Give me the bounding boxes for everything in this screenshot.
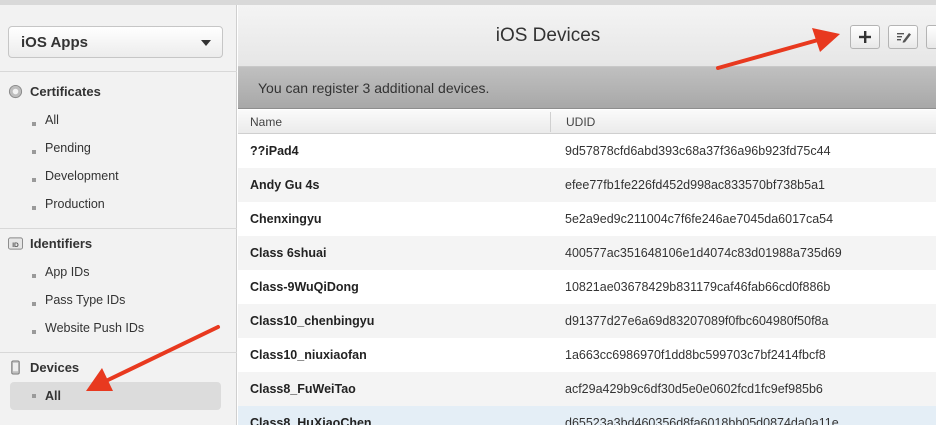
device-udid: acf29a429b9c6df30d5e0e0602fcd1fc9ef985b6 <box>565 382 823 396</box>
table-row[interactable]: Class10_chenbingyu d91377d27e6a69d832070… <box>238 304 936 338</box>
column-header-name[interactable]: Name <box>250 115 282 129</box>
device-name: Class8_HuXiaoChen <box>250 416 372 425</box>
sidebar-item-certificates-all[interactable]: All <box>45 113 59 127</box>
bullet <box>32 150 36 154</box>
device-name: Class 6shuai <box>250 246 327 260</box>
section-title-certificates: Certificates <box>30 84 101 99</box>
device-name: Class10_niuxiaofan <box>250 348 367 362</box>
table-row[interactable]: Class 6shuai 400577ac351648106e1d4074c83… <box>238 236 936 270</box>
page-header: iOS Devices <box>238 5 936 67</box>
sidebar-item-devices-all[interactable] <box>10 382 221 410</box>
device-name: Chenxingyu <box>250 212 322 226</box>
sidebar-item-website-push-ids[interactable]: Website Push IDs <box>45 321 144 335</box>
edit-button[interactable] <box>888 25 918 49</box>
sidebar-item-production[interactable]: Production <box>45 197 105 211</box>
bullet <box>32 302 36 306</box>
device-udid: 1a663cc6986970f1dd8bc599703c7bf2414fbcf8 <box>565 348 826 362</box>
device-udid: d91377d27e6a69d83207089f0fbc604980f50f8a <box>565 314 829 328</box>
device-name: Class8_FuWeiTao <box>250 382 356 396</box>
device-udid: 9d57878cfd6abd393c68a37f36a96b923fd75c44 <box>565 144 831 158</box>
device-icon <box>11 360 20 375</box>
platform-select-label: iOS Apps <box>21 34 88 51</box>
certificate-icon <box>8 84 23 99</box>
sidebar-item-app-ids[interactable]: App IDs <box>45 265 89 279</box>
bullet <box>32 274 36 278</box>
banner-message: You can register 3 additional devices. <box>258 80 490 96</box>
table-row[interactable]: ??iPad4 9d57878cfd6abd393c68a37f36a96b92… <box>238 134 936 168</box>
bullet <box>32 394 36 398</box>
chevron-down-icon[interactable] <box>201 40 211 46</box>
device-name: Andy Gu 4s <box>250 178 320 192</box>
bullet <box>32 122 36 126</box>
bullet <box>32 206 36 210</box>
table-row[interactable]: Class8_HuXiaoChen d65523a3bd460356d8fa60… <box>238 406 936 425</box>
bullet <box>32 178 36 182</box>
device-udid: 10821ae03678429b831179caf46fab66cd0f886b <box>565 280 831 294</box>
table-row[interactable]: Class8_FuWeiTao acf29a429b9c6df30d5e0e06… <box>238 372 936 406</box>
device-name: Class10_chenbingyu <box>250 314 375 328</box>
device-name: ??iPad4 <box>250 144 299 158</box>
sidebar-divider <box>0 228 237 229</box>
column-header-udid[interactable]: UDID <box>566 115 595 129</box>
device-udid: 400577ac351648106e1d4074c83d01988a735d69 <box>565 246 842 260</box>
table-row[interactable]: Class10_niuxiaofan 1a663cc6986970f1dd8bc… <box>238 338 936 372</box>
sidebar-item-development[interactable]: Development <box>45 169 119 183</box>
device-udid: efee77fb1fe226fd452d998ac833570bf738b5a1 <box>565 178 825 192</box>
section-title-devices: Devices <box>30 360 80 375</box>
platform-select[interactable]: iOS Apps <box>8 26 223 58</box>
info-banner: You can register 3 additional devices. <box>238 67 936 109</box>
section-title-identifiers: Identifiers <box>30 236 93 251</box>
table-row[interactable]: Andy Gu 4s efee77fb1fe226fd452d998ac8335… <box>238 168 936 202</box>
sidebar-item-pass-type-ids[interactable]: Pass Type IDs <box>45 293 125 307</box>
sidebar-divider <box>0 352 237 353</box>
device-name: Class-9WuQiDong <box>250 280 359 294</box>
plus-icon <box>859 31 871 43</box>
sidebar: iOS Apps Certificates All Pending Develo… <box>0 5 237 425</box>
sidebar-divider <box>0 71 237 72</box>
device-udid: d65523a3bd460356d8fa6018bb05d0874da0a11e <box>565 416 839 425</box>
device-udid: 5e2a9ed9c211004c7f6fe246ae7045da6017ca54 <box>565 212 834 226</box>
table-row[interactable]: Class-9WuQiDong 10821ae03678429b831179ca… <box>238 270 936 304</box>
sidebar-item-devices-all-label[interactable]: All <box>45 389 61 403</box>
table-row[interactable]: Chenxingyu 5e2a9ed9c211004c7f6fe246ae704… <box>238 202 936 236</box>
add-device-button[interactable] <box>850 25 880 49</box>
more-button[interactable] <box>926 25 936 49</box>
id-badge-icon: ID <box>8 237 23 250</box>
svg-text:ID: ID <box>12 242 19 249</box>
bullet <box>32 330 36 334</box>
column-divider <box>550 112 551 132</box>
table-header: Name UDID <box>238 110 936 134</box>
edit-icon <box>897 33 911 43</box>
page-title: iOS Devices <box>495 25 601 46</box>
sidebar-item-pending[interactable]: Pending <box>45 141 91 155</box>
